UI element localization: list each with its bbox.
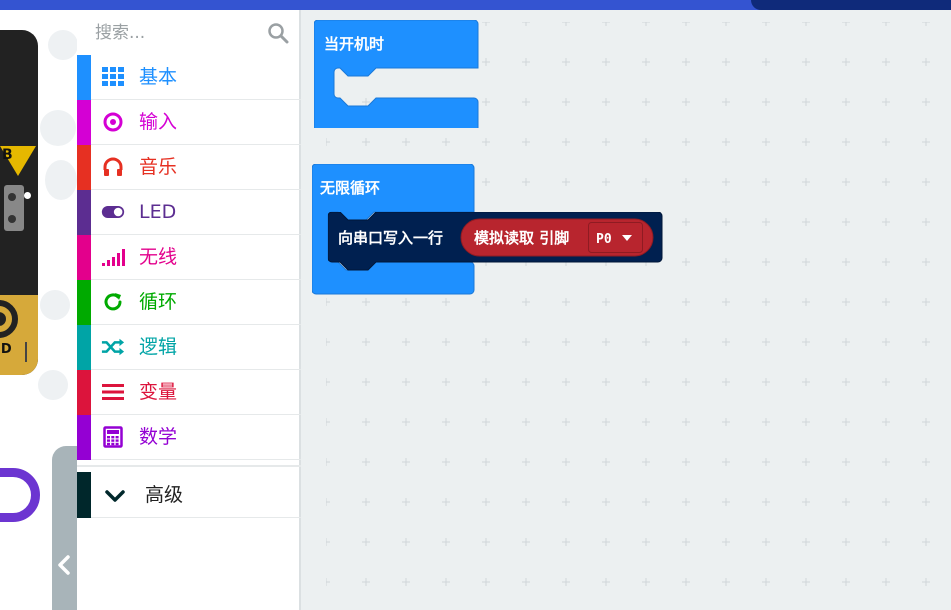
pin-dropdown-value: P0 bbox=[596, 232, 612, 247]
category-stripe bbox=[77, 145, 91, 190]
category-stripe bbox=[77, 415, 91, 460]
category-separator bbox=[77, 465, 301, 467]
category-item[interactable]: 基本 bbox=[77, 55, 301, 100]
category-label: 变量 bbox=[139, 381, 178, 403]
category-label: LED bbox=[139, 201, 177, 223]
button-b-screw bbox=[8, 215, 16, 223]
chevron-left-icon bbox=[58, 555, 70, 575]
category-label: 基本 bbox=[139, 66, 178, 88]
collapse-simulator-tab[interactable] bbox=[52, 446, 77, 610]
forever-label: 无限循环 bbox=[319, 179, 380, 197]
chevron-down-icon bbox=[103, 484, 127, 508]
sim-background-decoration bbox=[40, 290, 70, 320]
category-item[interactable]: 输入 bbox=[77, 100, 301, 145]
category-stripe bbox=[77, 235, 91, 280]
gnd-pin-label: ND bbox=[0, 342, 12, 357]
headphones-icon bbox=[101, 155, 125, 179]
target-icon bbox=[101, 110, 125, 134]
category-item[interactable]: 逻辑 bbox=[77, 325, 301, 370]
category-item[interactable]: 变量 bbox=[77, 370, 301, 415]
top-bar bbox=[0, 0, 951, 10]
search-input[interactable] bbox=[95, 21, 275, 45]
category-stripe bbox=[77, 370, 91, 415]
category-label: 输入 bbox=[139, 111, 178, 133]
category-label: 无线 bbox=[139, 246, 178, 268]
on-start-label: 当开机时 bbox=[324, 35, 384, 53]
category-stripe bbox=[77, 100, 91, 145]
category-item[interactable]: 数学 bbox=[77, 415, 301, 460]
category-label: 高级 bbox=[145, 484, 184, 506]
on-start-block[interactable]: 当开机时 bbox=[314, 20, 480, 128]
category-item[interactable]: LED bbox=[77, 190, 301, 235]
gnd-pin-hole bbox=[0, 312, 6, 326]
category-item[interactable]: 音乐 bbox=[77, 145, 301, 190]
top-bar-notch bbox=[751, 0, 951, 10]
sim-background-decoration bbox=[48, 30, 77, 60]
category-label: 循环 bbox=[139, 291, 178, 313]
simulator-panel: B ND bbox=[0, 10, 77, 610]
search-icon[interactable] bbox=[267, 22, 289, 44]
shuffle-icon bbox=[101, 335, 125, 359]
signal-icon bbox=[101, 245, 125, 269]
serial-write-label: 向串口写入一行 bbox=[338, 229, 443, 247]
search-bar bbox=[77, 10, 301, 55]
category-stripe bbox=[77, 55, 91, 100]
button-b-screw bbox=[8, 193, 16, 201]
sim-background-decoration bbox=[45, 160, 77, 200]
category-stripe bbox=[77, 190, 91, 235]
pin-dropdown[interactable]: P0 bbox=[588, 222, 644, 254]
category-item[interactable]: 循环 bbox=[77, 280, 301, 325]
purple-shape bbox=[0, 468, 40, 522]
pin-divider bbox=[25, 342, 27, 362]
toolbox: 基本输入音乐 LED 无线循环逻辑变量数学 高级 bbox=[77, 10, 301, 610]
sim-background-decoration bbox=[38, 370, 68, 400]
refresh-icon bbox=[101, 290, 125, 314]
category-label: 数学 bbox=[139, 426, 178, 448]
category-advanced[interactable]: 高级 bbox=[77, 472, 301, 518]
category-stripe bbox=[77, 325, 91, 370]
microbit-board: B ND bbox=[0, 30, 38, 375]
blocks-workspace[interactable]: 当开机时 无限循环 向串口写入一行 模拟读取 引脚 P0 bbox=[302, 10, 951, 610]
toggle-icon bbox=[101, 200, 125, 224]
category-item[interactable]: 无线 bbox=[77, 235, 301, 280]
sim-background-decoration bbox=[40, 110, 76, 146]
category-stripe bbox=[77, 472, 91, 518]
calculator-icon bbox=[101, 425, 125, 449]
button-b-label: B bbox=[2, 147, 13, 163]
grid-icon bbox=[101, 65, 125, 89]
led-dot bbox=[24, 192, 31, 199]
category-label: 逻辑 bbox=[139, 336, 178, 358]
category-stripe bbox=[77, 280, 91, 325]
button-b[interactable] bbox=[4, 185, 24, 231]
lines-icon bbox=[101, 380, 125, 404]
category-label: 音乐 bbox=[139, 156, 178, 178]
analog-read-label: 模拟读取 引脚 bbox=[474, 229, 569, 247]
